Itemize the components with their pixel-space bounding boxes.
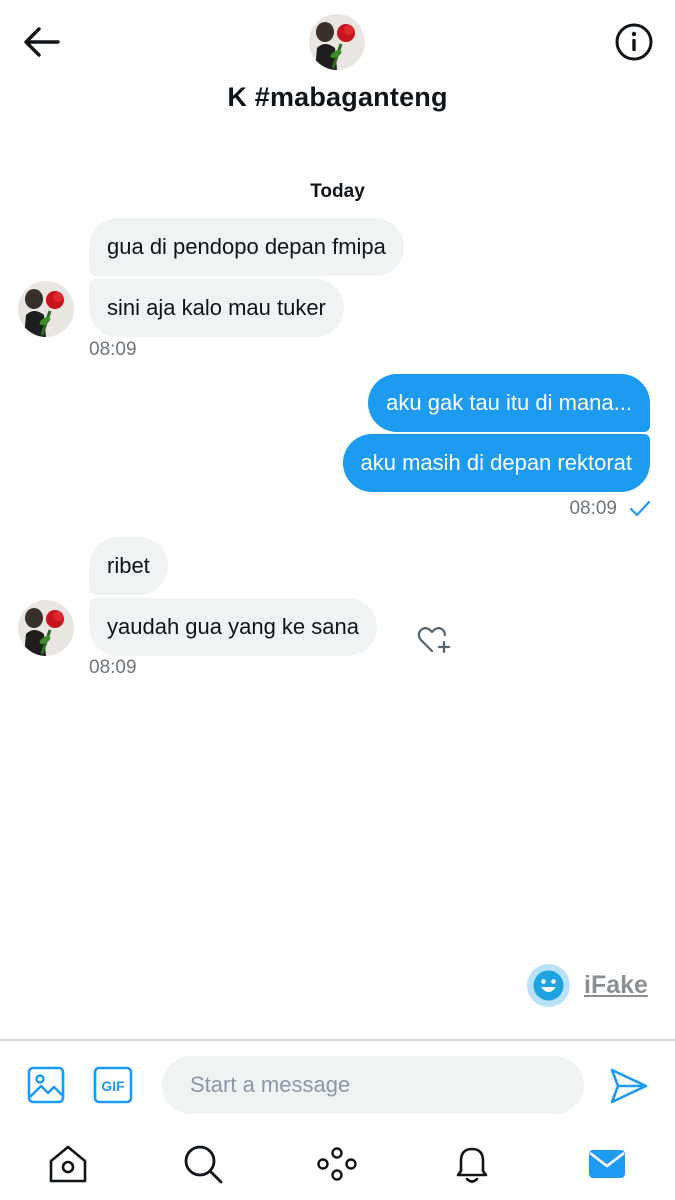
- arrow-left-icon: [24, 27, 60, 57]
- nav-search[interactable]: [181, 1142, 225, 1186]
- mail-icon: [589, 1150, 625, 1178]
- message-input[interactable]: [162, 1056, 584, 1114]
- watermark-label: iFake: [584, 971, 648, 999]
- check-icon: [629, 500, 651, 517]
- image-icon: [27, 1066, 65, 1104]
- bell-icon: [456, 1147, 488, 1183]
- contact-name[interactable]: K #mabaganteng: [0, 82, 675, 113]
- nav-spaces[interactable]: [315, 1142, 359, 1186]
- back-button[interactable]: [22, 24, 62, 60]
- avatar-image: [18, 600, 74, 656]
- message-timestamp: 08:09: [569, 498, 617, 519]
- nav-home[interactable]: [46, 1142, 90, 1186]
- heart-add-icon: [417, 627, 451, 654]
- search-icon: [184, 1145, 223, 1184]
- add-gif-button[interactable]: GIF: [93, 1066, 133, 1104]
- nav-notifications[interactable]: [450, 1142, 494, 1186]
- avatar-image: [309, 14, 365, 70]
- composer-divider: [0, 1039, 675, 1041]
- spaces-icon: [317, 1147, 357, 1181]
- message-bubble-incoming[interactable]: ribet: [89, 537, 168, 595]
- nav-messages[interactable]: [585, 1142, 629, 1186]
- add-image-button[interactable]: [27, 1066, 65, 1104]
- sender-avatar[interactable]: [18, 600, 74, 656]
- send-button[interactable]: [608, 1066, 650, 1106]
- message-bubble-incoming[interactable]: sini aja kalo mau tuker: [89, 279, 344, 337]
- smiley-logo-icon: [527, 964, 570, 1007]
- sender-avatar[interactable]: [18, 281, 74, 337]
- info-button[interactable]: [614, 22, 654, 62]
- message-bubble-incoming[interactable]: gua di pendopo depan fmipa: [89, 218, 404, 276]
- message-bubble-outgoing[interactable]: aku gak tau itu di mana...: [368, 374, 650, 432]
- gif-icon: GIF: [93, 1066, 133, 1104]
- home-icon: [49, 1145, 87, 1183]
- message-bubble-outgoing[interactable]: aku masih di depan rektorat: [342, 434, 650, 492]
- contact-avatar[interactable]: [309, 14, 365, 70]
- avatar-image: [18, 281, 74, 337]
- day-separator: Today: [310, 181, 365, 202]
- message-timestamp: 08:09: [89, 339, 137, 360]
- message-timestamp: 08:09: [89, 657, 137, 678]
- info-circle-icon: [615, 23, 653, 61]
- message-bubble-incoming[interactable]: yaudah gua yang ke sana: [89, 598, 377, 656]
- add-reaction-button[interactable]: [416, 624, 452, 656]
- gif-label: GIF: [101, 1078, 125, 1094]
- send-icon: [610, 1068, 648, 1104]
